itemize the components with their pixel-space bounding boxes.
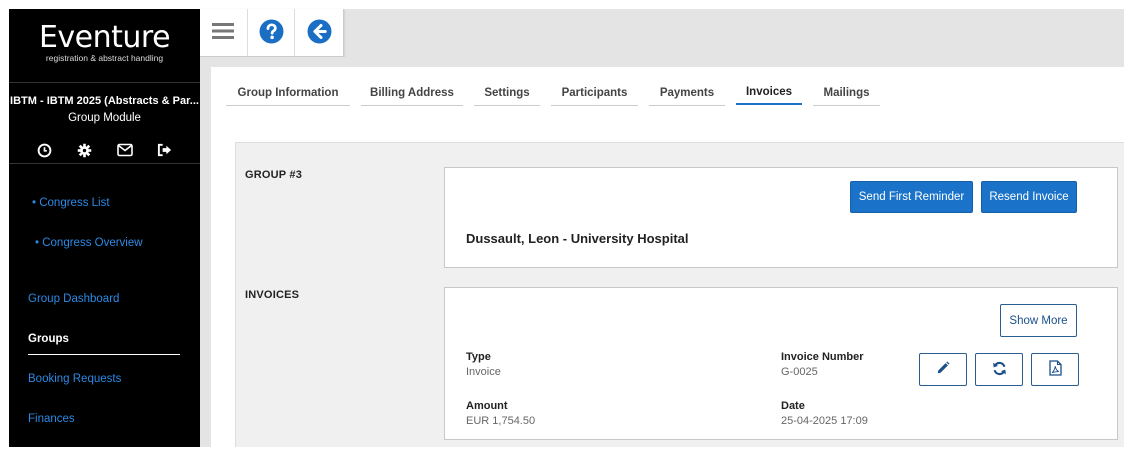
regenerate-invoice-button[interactable] (975, 353, 1023, 386)
download-pdf-button[interactable] (1031, 353, 1079, 386)
back-button[interactable] (295, 9, 343, 56)
tab-billing-address[interactable]: Billing Address (361, 80, 463, 106)
sidebar-item-groups[interactable]: Groups (28, 333, 69, 345)
amount-label: Amount (466, 400, 508, 412)
back-icon (307, 19, 332, 47)
help-button[interactable] (248, 9, 296, 56)
gear-icon[interactable] (76, 141, 94, 159)
help-icon (259, 19, 284, 47)
sidebar-item-congress-list[interactable]: • Congress List (32, 197, 110, 209)
congress-info: IBTM - IBTM 2025 (Abstracts & Par... Gro… (9, 94, 200, 125)
tab-group-information[interactable]: Group Information (226, 80, 350, 106)
resend-invoice-button[interactable]: Resend Invoice (981, 181, 1077, 213)
sidebar-item-booking-requests[interactable]: Booking Requests (28, 373, 121, 385)
sidebar-icon-row (9, 137, 200, 163)
tab-settings[interactable]: Settings (474, 80, 540, 106)
date-value: 25-04-2025 17:09 (781, 415, 868, 427)
congress-name: IBTM - IBTM 2025 (Abstracts & Par... (10, 95, 199, 107)
sidebar-active-underline (28, 354, 180, 355)
mail-icon[interactable] (116, 141, 134, 159)
clock-icon[interactable] (36, 141, 54, 159)
type-value: Invoice (466, 366, 501, 378)
edit-invoice-button[interactable] (919, 353, 967, 386)
logo-title: Eventure (38, 20, 171, 55)
show-more-button[interactable]: Show More (1000, 304, 1077, 337)
pencil-icon (936, 361, 950, 378)
sidebar: Eventure registration & abstract handlin… (9, 9, 200, 447)
date-label: Date (781, 400, 805, 412)
module-name: Group Module (68, 112, 141, 124)
type-label: Type (466, 351, 491, 363)
group-contact: Dussault, Leon - University Hospital (466, 231, 689, 246)
menu-button[interactable] (200, 9, 248, 56)
tab-mailings[interactable]: Mailings (813, 80, 880, 106)
logout-icon[interactable] (156, 141, 174, 159)
sidebar-item-group-dashboard[interactable]: Group Dashboard (28, 293, 119, 305)
tab-payments[interactable]: Payments (649, 80, 725, 106)
tab-participants[interactable]: Participants (551, 80, 638, 106)
group-section-label: GROUP #3 (245, 169, 303, 181)
sidebar-divider (9, 163, 200, 164)
sidebar-item-congress-overview[interactable]: • Congress Overview (35, 237, 143, 249)
pdf-icon (1048, 360, 1062, 379)
hamburger-icon (212, 22, 235, 43)
sidebar-item-finances[interactable]: Finances (28, 413, 75, 425)
tab-invoices[interactable]: Invoices (736, 79, 802, 105)
invoice-number-label: Invoice Number (781, 351, 864, 363)
toolbar (200, 9, 344, 57)
amount-value: EUR 1,754.50 (466, 415, 536, 427)
logo[interactable]: Eventure registration & abstract handlin… (9, 9, 200, 83)
send-first-reminder-button[interactable]: Send First Reminder (850, 181, 973, 213)
refresh-icon (992, 361, 1007, 379)
invoices-section-label: INVOICES (245, 289, 300, 301)
invoice-number-value: G-0025 (781, 366, 818, 378)
logo-subtitle: registration & abstract handling (45, 53, 164, 63)
